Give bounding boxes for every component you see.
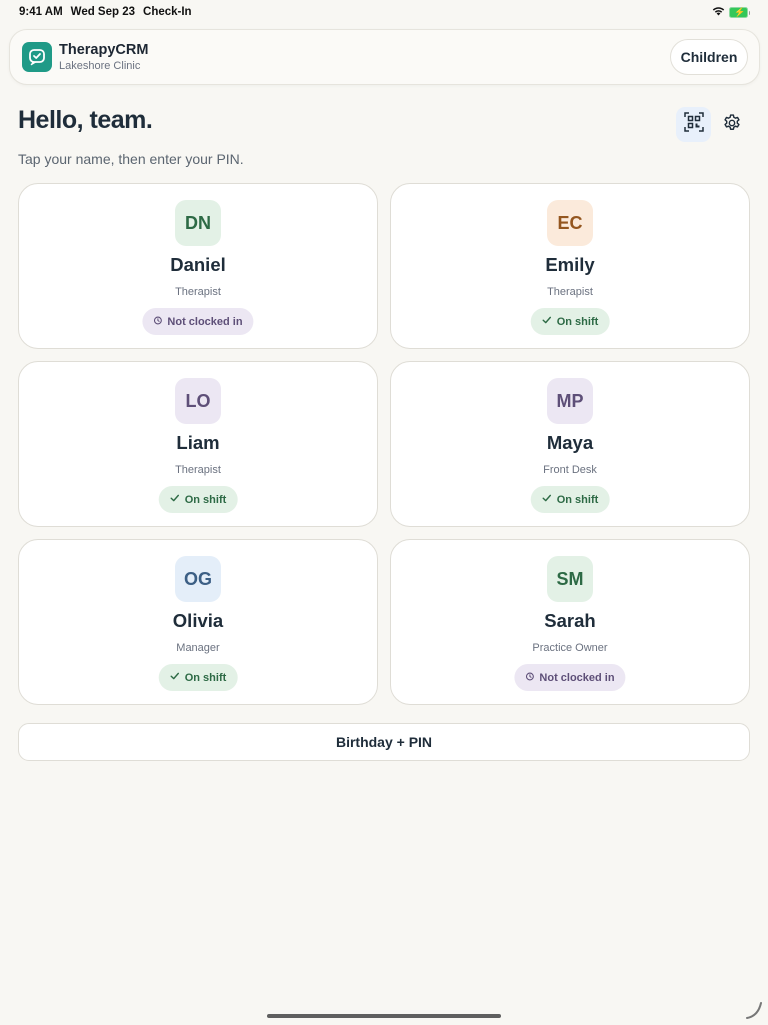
- status-time: 9:41 AM: [19, 6, 63, 18]
- battery-charging-icon: ⚡: [729, 7, 750, 18]
- qr-scan-button[interactable]: [676, 107, 711, 142]
- birthday-pin-button[interactable]: Birthday + PIN: [18, 723, 750, 761]
- staff-card-emily[interactable]: EC Emily Therapist On shift: [390, 183, 750, 349]
- staff-card-liam[interactable]: LO Liam Therapist On shift: [18, 361, 378, 527]
- clock-icon: [153, 316, 162, 328]
- avatar: SM: [547, 556, 593, 602]
- status-badge: Not clocked in: [514, 664, 626, 691]
- status-label: On shift: [184, 671, 227, 684]
- avatar: MP: [547, 378, 593, 424]
- staff-role: Front Desk: [543, 464, 597, 476]
- status-badge: On shift: [158, 664, 238, 691]
- staff-role: Therapist: [175, 464, 221, 476]
- status-bar-left: 9:41 AM Wed Sep 23 Check-In: [19, 6, 192, 18]
- staff-name: Liam: [176, 432, 220, 453]
- staff-card-daniel[interactable]: DN Daniel Therapist Not clocked in: [18, 183, 378, 349]
- status-label: Not clocked in: [167, 315, 243, 328]
- qr-code-icon: [683, 112, 704, 137]
- status-label: On shift: [556, 493, 599, 506]
- clinic-name: Lakeshore Clinic: [59, 60, 141, 72]
- page-title: Hello, team.: [18, 106, 153, 134]
- staff-name: Sarah: [544, 610, 596, 631]
- instructions-text: Tap your name, then enter your PIN.: [18, 151, 244, 167]
- app-title: TherapyCRM: [59, 42, 149, 58]
- chat-app-logo: [22, 42, 52, 72]
- check-icon: [542, 493, 552, 506]
- status-app-name: Check-In: [143, 6, 192, 18]
- staff-card-sarah[interactable]: SM Sarah Practice Owner Not clocked in: [390, 539, 750, 705]
- avatar: LO: [175, 378, 221, 424]
- status-label: Not clocked in: [539, 671, 615, 684]
- children-button[interactable]: Children: [670, 39, 748, 75]
- status-label: On shift: [556, 315, 599, 328]
- status-badge: On shift: [158, 486, 238, 513]
- status-label: On shift: [184, 493, 227, 506]
- app-header: TherapyCRM Lakeshore Clinic Children: [9, 29, 760, 85]
- status-badge: Not clocked in: [142, 308, 254, 335]
- staff-card-olivia[interactable]: OG Olivia Manager On shift: [18, 539, 378, 705]
- status-badge: On shift: [530, 308, 610, 335]
- avatar: OG: [175, 556, 221, 602]
- check-icon: [170, 671, 180, 684]
- staff-card-maya[interactable]: MP Maya Front Desk On shift: [390, 361, 750, 527]
- staff-name: Olivia: [172, 610, 224, 631]
- status-badge: On shift: [530, 486, 610, 513]
- check-icon: [170, 493, 180, 506]
- home-indicator: [267, 1014, 501, 1018]
- staff-role: Therapist: [547, 286, 593, 298]
- settings-button[interactable]: [718, 111, 746, 139]
- staff-name: Maya: [546, 432, 594, 453]
- staff-grid: DN Daniel Therapist Not clocked in EC Emily Th…: [18, 183, 750, 705]
- wifi-icon: [712, 6, 725, 19]
- avatar: DN: [175, 200, 221, 246]
- staff-role: Practice Owner: [532, 642, 608, 654]
- gear-icon: [722, 113, 742, 138]
- staff-role: Therapist: [175, 286, 221, 298]
- avatar: EC: [547, 200, 593, 246]
- check-icon: [542, 315, 552, 328]
- status-date: Wed Sep 23: [70, 6, 136, 18]
- staff-role: Manager: [176, 642, 220, 654]
- staff-name: Daniel: [170, 254, 226, 275]
- status-bar: 9:41 AM Wed Sep 23 Check-In ⚡: [0, 0, 768, 24]
- staff-name: Emily: [545, 254, 595, 275]
- resize-handle-icon[interactable]: [744, 1000, 764, 1020]
- clock-icon: [525, 672, 534, 684]
